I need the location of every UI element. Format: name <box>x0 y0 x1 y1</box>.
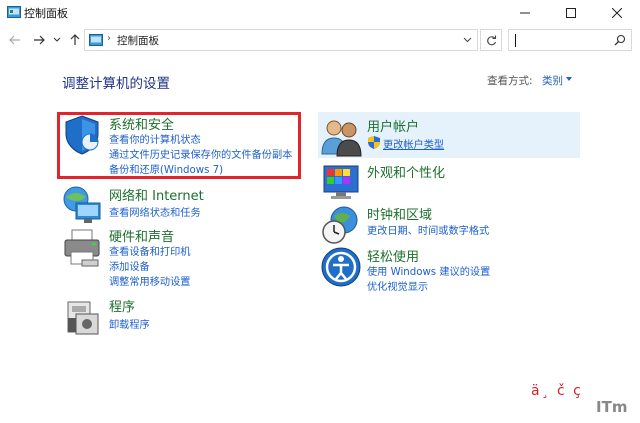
category-programs[interactable]: 程序 卸载程序 <box>62 296 302 336</box>
appearance-icon <box>323 165 359 199</box>
category-title[interactable]: 外观和个性化 <box>367 162 445 181</box>
highlight-annotation-box <box>57 112 301 179</box>
category-clock-region[interactable]: 时钟和区域 更改日期、时间或数字格式 <box>320 204 570 244</box>
link-change-account-type[interactable]: 更改帐户类型 <box>383 136 444 151</box>
link-optimize-visual-display[interactable]: 优化视觉显示 <box>367 278 428 293</box>
watermark-text: ä¸ č ç <box>531 383 583 399</box>
chevron-down-icon[interactable] <box>463 35 472 44</box>
link-network-status[interactable]: 查看网络状态和任务 <box>109 204 201 219</box>
category-title[interactable]: 时钟和区域 <box>367 204 432 223</box>
forward-arrow-icon <box>34 35 45 45</box>
navigation-bar: › 控制面板 <box>0 26 640 54</box>
title-bar: 控制面板 <box>0 0 640 26</box>
link-uninstall-program[interactable]: 卸载程序 <box>109 316 150 331</box>
search-input[interactable] <box>508 29 632 51</box>
link-recommended-settings[interactable]: 使用 Windows 建议的设置 <box>367 263 490 278</box>
category-appearance-personalization[interactable]: 外观和个性化 <box>320 162 570 199</box>
recent-dropdown[interactable] <box>48 30 66 50</box>
link-add-device[interactable]: 添加设备 <box>109 258 150 273</box>
programs-icon <box>67 301 99 335</box>
category-title[interactable]: 用户帐户 <box>367 116 419 135</box>
back-button[interactable] <box>6 30 24 50</box>
view-by-dropdown[interactable]: 类别 <box>542 73 563 88</box>
link-change-date-time-format[interactable]: 更改日期、时间或数字格式 <box>367 222 489 237</box>
category-title[interactable]: 程序 <box>109 296 135 315</box>
up-arrow-icon <box>70 34 80 45</box>
back-arrow-icon <box>9 35 20 45</box>
search-icon[interactable] <box>614 34 626 46</box>
network-icon <box>63 186 101 223</box>
refresh-button[interactable] <box>480 29 502 51</box>
view-by-label: 查看方式: <box>487 75 533 87</box>
category-title[interactable]: 网络和 Internet <box>109 185 204 204</box>
category-ease-of-access[interactable]: 轻松使用 使用 Windows 建议的设置 优化视觉显示 <box>320 246 570 293</box>
maximize-icon <box>566 8 576 18</box>
close-icon <box>612 8 622 18</box>
page-title: 调整计算机的设置 <box>62 76 170 92</box>
category-network-internet[interactable]: 网络和 Internet 查看网络状态和任务 <box>62 185 302 223</box>
category-user-accounts[interactable]: 用户帐户 更改帐户类型 <box>320 116 570 157</box>
link-devices-printers[interactable]: 查看设备和打印机 <box>109 243 191 258</box>
close-button[interactable] <box>594 0 640 26</box>
watermark-brand: ITm <box>596 398 628 416</box>
uac-shield-icon <box>368 136 380 149</box>
clock-globe-icon <box>322 206 358 244</box>
up-button[interactable] <box>66 30 84 50</box>
link-mobility-settings[interactable]: 调整常用移动设置 <box>109 273 191 288</box>
control-panel-icon <box>89 34 103 46</box>
breadcrumb[interactable]: 控制面板 <box>117 33 159 48</box>
chevron-down-icon[interactable] <box>566 77 572 81</box>
minimize-icon <box>520 12 530 14</box>
users-icon <box>321 120 362 157</box>
ease-of-access-icon <box>321 247 361 287</box>
breadcrumb-separator[interactable]: › <box>107 33 111 44</box>
category-hardware-sound[interactable]: 硬件和声音 查看设备和打印机 添加设备 调整常用移动设置 <box>62 226 302 288</box>
forward-button[interactable] <box>30 30 48 50</box>
refresh-icon <box>486 35 496 45</box>
printer-icon <box>64 229 100 267</box>
address-bar[interactable]: › 控制面板 <box>84 29 478 51</box>
minimize-button[interactable] <box>502 0 548 26</box>
window-title: 控制面板 <box>24 7 68 20</box>
text-caret <box>515 34 516 47</box>
control-panel-icon <box>7 6 21 18</box>
maximize-button[interactable] <box>548 0 594 26</box>
chevron-down-icon <box>53 37 61 42</box>
